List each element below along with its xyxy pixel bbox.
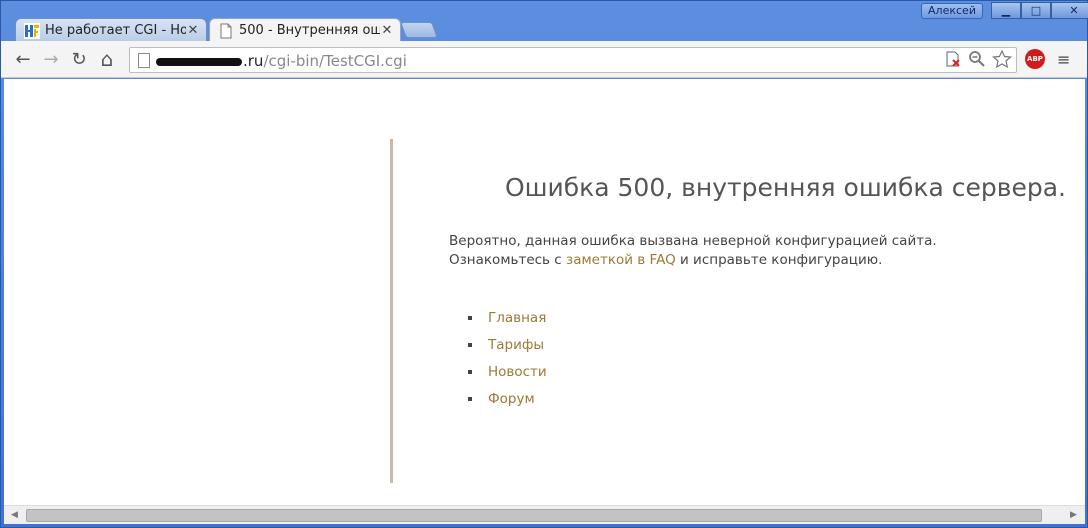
- bullet: [468, 369, 472, 374]
- tab-cgi-hostinger[interactable]: Не работает CGI - Host ✕: [15, 18, 207, 42]
- nav-link-forum[interactable]: Форум: [468, 385, 547, 412]
- blocked-plugin-icon[interactable]: [944, 50, 962, 68]
- omnibox-actions: [944, 50, 1012, 68]
- tab-strip: Алексей ▁ □ ✕ Не работает CGI - Host ✕ 5…: [1, 1, 1088, 42]
- url-text: .ru/cgi-bin/TestCGI.cgi: [156, 52, 407, 70]
- reload-icon[interactable]: ↻: [67, 48, 91, 70]
- adblock-plus-icon[interactable]: ABP: [1025, 49, 1045, 69]
- home-icon[interactable]: ⌂: [95, 47, 119, 71]
- nav-link-label: Новости: [488, 363, 547, 380]
- bookmark-star-icon[interactable]: [992, 50, 1012, 68]
- nav-link-tariffs[interactable]: Тарифы: [468, 331, 547, 358]
- page-content: Ошибка 500, внутренняя ошибка сервера. В…: [4, 79, 1085, 505]
- minimize-button[interactable]: ▁: [991, 2, 1021, 19]
- line-2-suffix: и исправьте конфигурацию.: [675, 252, 883, 268]
- back-icon[interactable]: ←: [11, 48, 35, 70]
- nav-link-news[interactable]: Новости: [468, 358, 547, 385]
- nav-link-label: Тарифы: [488, 336, 545, 353]
- nav-link-label: Главная: [488, 309, 547, 326]
- nav-links-list: Главная Тарифы Новости Форум: [468, 304, 547, 412]
- bullet: [468, 342, 472, 347]
- error-description: Вероятно, данная ошибка вызвана неверной…: [449, 232, 937, 270]
- url-path: /cgi-bin/TestCGI.cgi: [263, 52, 407, 70]
- vertical-divider: [390, 139, 393, 483]
- tab-close-icon[interactable]: ✕: [380, 23, 394, 38]
- close-window-button[interactable]: ✕: [1051, 2, 1088, 19]
- maximize-button[interactable]: □: [1021, 2, 1051, 19]
- faq-link[interactable]: заметкой в FAQ: [566, 252, 676, 268]
- description-line-2: Ознакомьтесь с заметкой в FAQ и исправьт…: [449, 251, 937, 270]
- hostinger-icon: [24, 22, 40, 39]
- chrome-menu-icon[interactable]: ≡: [1057, 50, 1071, 69]
- bullet: [468, 396, 472, 401]
- horizontal-scrollbar[interactable]: ◀ ▶: [4, 505, 1085, 524]
- nav-link-label: Форум: [488, 390, 535, 407]
- forward-icon[interactable]: →: [39, 48, 63, 70]
- nav-link-home[interactable]: Главная: [468, 304, 547, 331]
- description-line-1: Вероятно, данная ошибка вызвана неверной…: [449, 233, 937, 249]
- profile-user-badge[interactable]: Алексей: [921, 3, 983, 19]
- scroll-left-icon[interactable]: ◀: [11, 510, 18, 520]
- page-icon: [138, 53, 150, 68]
- line-2-prefix: Ознакомьтесь с: [449, 252, 567, 268]
- redacted-domain: [156, 57, 242, 66]
- browser-window: Алексей ▁ □ ✕ Не работает CGI - Host ✕ 5…: [0, 0, 1088, 528]
- tab-500-error[interactable]: 500 - Внутренняя ошиб ✕: [209, 18, 401, 42]
- scrollbar-thumb[interactable]: [26, 509, 1042, 522]
- error-heading: Ошибка 500, внутренняя ошибка сервера.: [504, 173, 1066, 202]
- url-domain-suffix: .ru: [243, 52, 264, 70]
- address-bar[interactable]: .ru/cgi-bin/TestCGI.cgi: [129, 47, 1017, 73]
- tab-title: Не работает CGI - Host: [45, 23, 186, 38]
- page-icon: [220, 23, 232, 38]
- tab-title: 500 - Внутренняя ошиб: [239, 23, 380, 38]
- window-controls: ▁ □ ✕: [991, 2, 1088, 20]
- new-tab-button[interactable]: [400, 22, 438, 38]
- browser-toolbar: ← → ↻ ⌂ .ru/cgi-bin/TestCGI.cgi ABP ≡: [1, 41, 1087, 78]
- bullet: [468, 315, 472, 320]
- zoom-icon[interactable]: [968, 50, 986, 68]
- scroll-right-icon[interactable]: ▶: [1070, 510, 1077, 520]
- tab-close-icon[interactable]: ✕: [186, 23, 200, 38]
